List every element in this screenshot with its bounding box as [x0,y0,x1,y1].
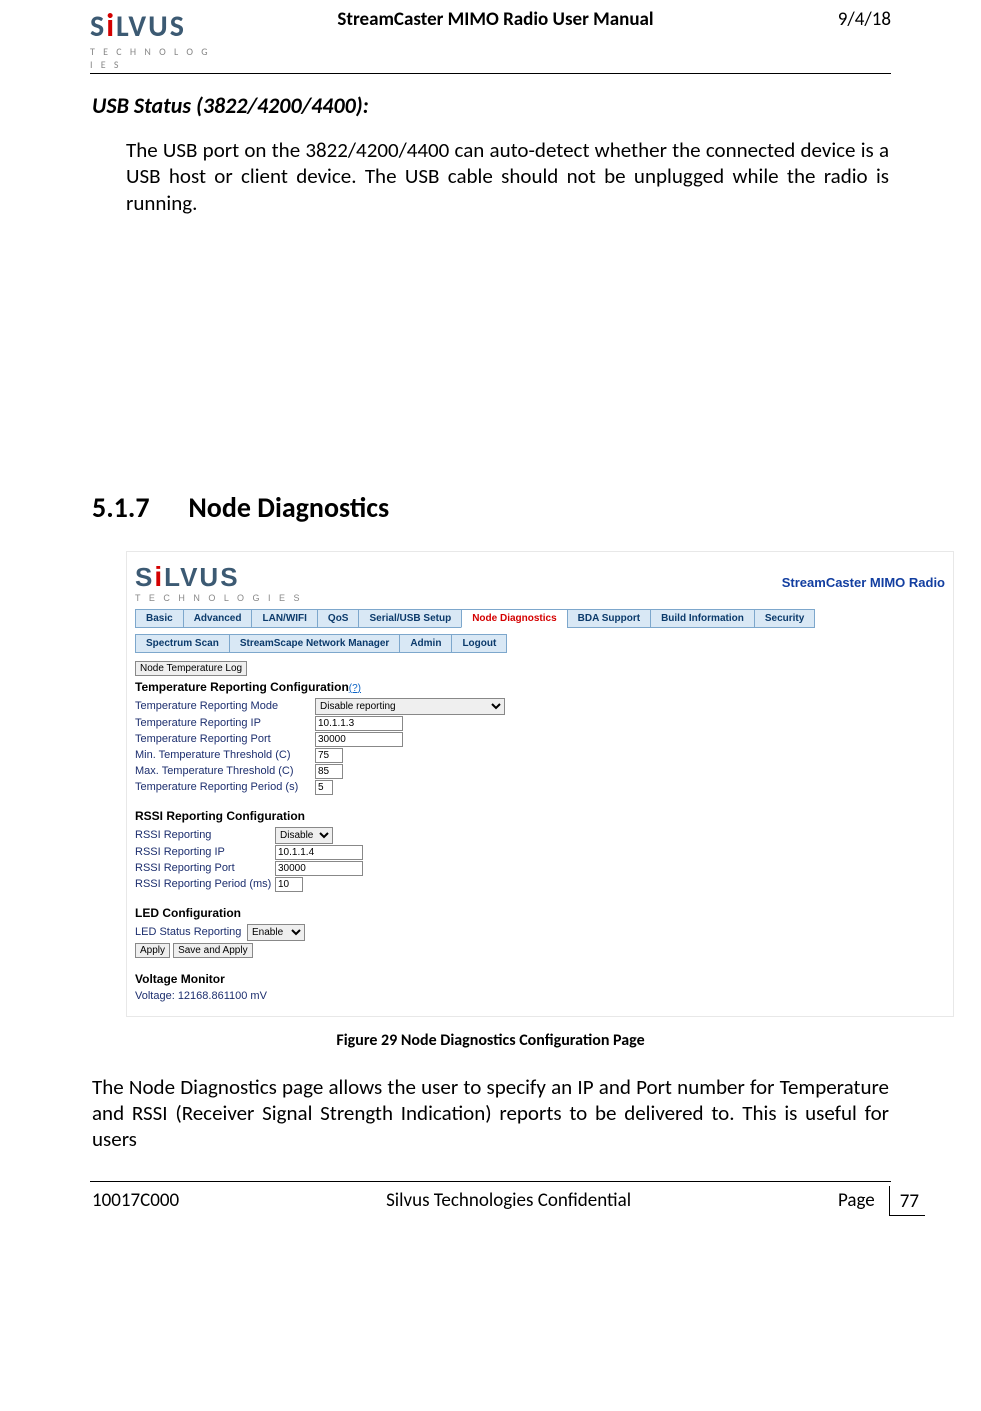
logo-subtext: T E C H N O L O G I E S [90,45,220,71]
tab-build-information[interactable]: Build Information [650,609,755,628]
figure-silvus-logo: SiLVUS T E C H N O L O G I E S [135,562,303,603]
tab-bda-support[interactable]: BDA Support [567,609,651,628]
usb-status-paragraph: The USB port on the 3822/4200/4400 can a… [126,137,889,216]
rssi-reporting-select[interactable]: Disable [275,827,333,844]
figure-node-diagnostics: SiLVUS T E C H N O L O G I E S StreamCas… [126,551,954,1017]
rssi-ip-label: RSSI Reporting IP [135,846,275,858]
voltage-section-heading: Voltage Monitor [135,972,945,986]
led-status-select[interactable]: Enable [247,924,305,941]
temp-period-input[interactable] [315,780,333,795]
temp-min-label: Min. Temperature Threshold (C) [135,749,315,761]
temp-ip-label: Temperature Reporting IP [135,717,315,729]
rssi-reporting-label: RSSI Reporting [135,829,275,841]
tab-serial-usb-setup[interactable]: Serial/USB Setup [358,609,462,628]
section-title-text: Node Diagnostics [188,490,389,525]
tab-spectrum-scan[interactable]: Spectrum Scan [135,634,230,653]
figure-caption: Figure 29 Node Diagnostics Configuration… [92,1031,889,1050]
section-number: 5.1.7 [92,490,182,525]
led-section-heading: LED Configuration [135,906,945,920]
save-and-apply-button[interactable]: Save and Apply [173,943,253,958]
footer-doc-id: 10017C000 [92,1189,179,1212]
led-status-label: LED Status Reporting [135,926,247,938]
footer-confidential: Silvus Technologies Confidential [179,1189,838,1212]
rssi-ip-input[interactable] [275,845,363,860]
temp-max-label: Max. Temperature Threshold (C) [135,765,315,777]
tabs-row-2: Spectrum ScanStreamScape Network Manager… [135,634,953,653]
temp-port-input[interactable] [315,732,403,747]
tab-admin[interactable]: Admin [399,634,452,653]
tabs-row-1: BasicAdvancedLAN/WIFIQoSSerial/USB Setup… [135,609,953,628]
temp-ip-input[interactable] [315,716,403,731]
apply-button[interactable]: Apply [135,943,170,958]
temp-period-label: Temperature Reporting Period (s) [135,781,315,793]
rssi-section-heading: RSSI Reporting Configuration [135,809,945,823]
help-link[interactable]: (?) [349,683,361,694]
temp-mode-label: Temperature Reporting Mode [135,700,315,712]
voltage-value: Voltage: 12168.861100 mV [135,990,945,1002]
tab-lan-wifi[interactable]: LAN/WIFI [251,609,317,628]
footer-page-number: 77 [889,1186,925,1216]
usb-status-heading: USB Status (3822/4200/4400): [92,92,889,119]
silvus-logo: SiLVUS T E C H N O L O G I E S [90,8,220,71]
temp-max-input[interactable] [315,764,343,779]
section-heading: 5.1.7 Node Diagnostics [92,490,889,525]
doc-title: StreamCaster MIMO Radio User Manual [220,8,771,31]
footer-page-label: Page [838,1189,875,1212]
temperature-section-heading: Temperature Reporting Configuration(?) [135,680,945,694]
temp-mode-select[interactable]: Disable reporting [315,698,505,715]
rssi-period-label: RSSI Reporting Period (ms) [135,878,275,890]
tab-qos[interactable]: QoS [317,609,360,628]
rssi-period-input[interactable] [275,877,303,892]
tab-security[interactable]: Security [754,609,815,628]
tab-advanced[interactable]: Advanced [183,609,253,628]
node-temperature-log-button[interactable]: Node Temperature Log [135,661,247,676]
figure-subtitle: StreamCaster MIMO Radio [782,575,945,590]
tab-logout[interactable]: Logout [451,634,507,653]
rssi-port-input[interactable] [275,861,363,876]
temp-port-label: Temperature Reporting Port [135,733,315,745]
tab-node-diagnostics[interactable]: Node Diagnostics [461,609,567,628]
doc-date: 9/4/18 [771,8,891,31]
paragraph-after-figure: The Node Diagnostics page allows the use… [92,1074,889,1153]
tab-basic[interactable]: Basic [135,609,184,628]
rssi-port-label: RSSI Reporting Port [135,862,275,874]
tab-streamscape-network-manager[interactable]: StreamScape Network Manager [229,634,401,653]
temp-min-input[interactable] [315,748,343,763]
